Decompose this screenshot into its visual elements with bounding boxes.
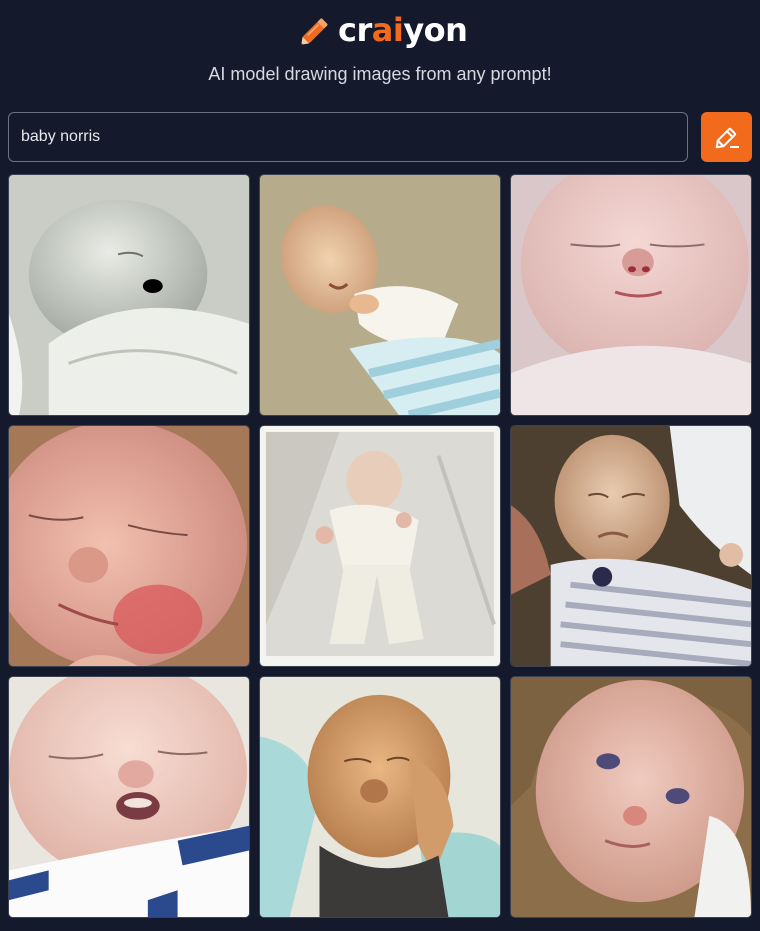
craiyon-logo[interactable]: craiyon [297,8,468,52]
pencil-icon [715,127,739,149]
baby-photo-icon [511,677,751,917]
tagline: AI model drawing images from any prompt! [208,64,552,84]
baby-photo-icon [9,175,249,415]
baby-photo-icon [9,426,249,666]
pencil-icon [301,18,328,45]
baby-photo-icon [260,175,500,415]
result-image[interactable] [510,676,752,918]
baby-photo-icon [9,677,249,917]
result-image[interactable] [8,425,250,667]
result-image[interactable] [259,676,501,918]
results-grid [8,174,752,918]
baby-photo-icon [260,426,500,666]
prompt-form [8,112,752,162]
baby-photo-icon [511,426,751,666]
result-image[interactable] [510,425,752,667]
result-image[interactable] [259,425,501,667]
header: craiyon AI model drawing images from any… [0,0,760,100]
result-image[interactable] [510,174,752,416]
baby-photo-icon [260,677,500,917]
draw-button[interactable] [701,112,752,162]
baby-photo-icon [511,175,751,415]
logo-wordmark: craiyon [338,11,468,49]
result-image[interactable] [8,174,250,416]
result-image[interactable] [8,676,250,918]
prompt-input[interactable] [8,112,688,162]
result-image[interactable] [259,174,501,416]
